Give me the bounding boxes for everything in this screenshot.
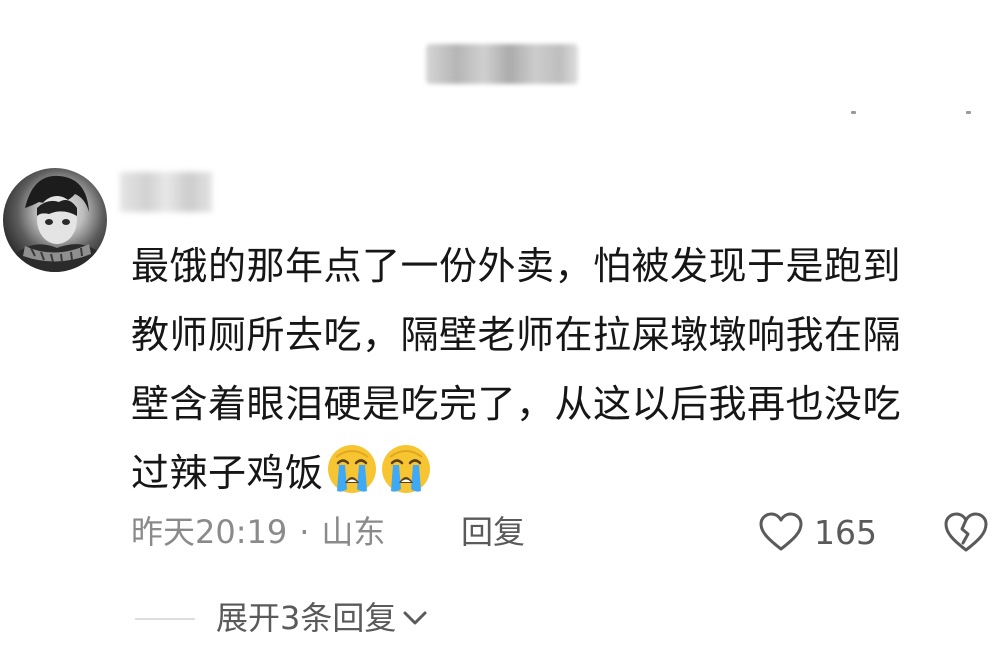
expand-replies-button[interactable]: 展开3条回复: [216, 594, 428, 642]
avatar[interactable]: [3, 168, 107, 272]
crying-face-emoji: [327, 445, 376, 493]
blurred-commenter-name: [120, 172, 212, 212]
dislike-button[interactable]: [944, 510, 988, 554]
reply-button[interactable]: 回复: [461, 508, 525, 556]
like-count: 165: [814, 512, 877, 552]
replies-divider: [135, 618, 195, 620]
expand-replies-label: 展开3条回复: [216, 599, 397, 637]
avatar-portrait: [3, 175, 107, 272]
broken-heart-icon: [944, 512, 988, 552]
heart-outline-icon: [759, 512, 803, 551]
chevron-down-icon: [403, 611, 427, 625]
comment-body: 最饿的那年点了一份外卖，怕被发现于是跑到 教师厕所去吃，隔壁老师在拉屎墩墩响我在…: [131, 232, 993, 508]
comment-time: 昨天20:19: [131, 513, 288, 551]
comment-text: 最饿的那年点了一份外卖，怕被发现于是跑到 教师厕所去吃，隔壁老师在拉屎墩墩响我在…: [131, 244, 902, 495]
decorative-dot: [966, 111, 971, 114]
like-button[interactable]: 165: [758, 506, 877, 558]
crying-face-emoji: [381, 445, 430, 493]
blurred-username-header: [426, 44, 578, 84]
comment-meta: 昨天20:19 · 山东: [131, 508, 385, 556]
meta-separator: ·: [299, 513, 310, 551]
decorative-dot: [851, 111, 856, 114]
comment-location: 山东: [321, 513, 386, 551]
